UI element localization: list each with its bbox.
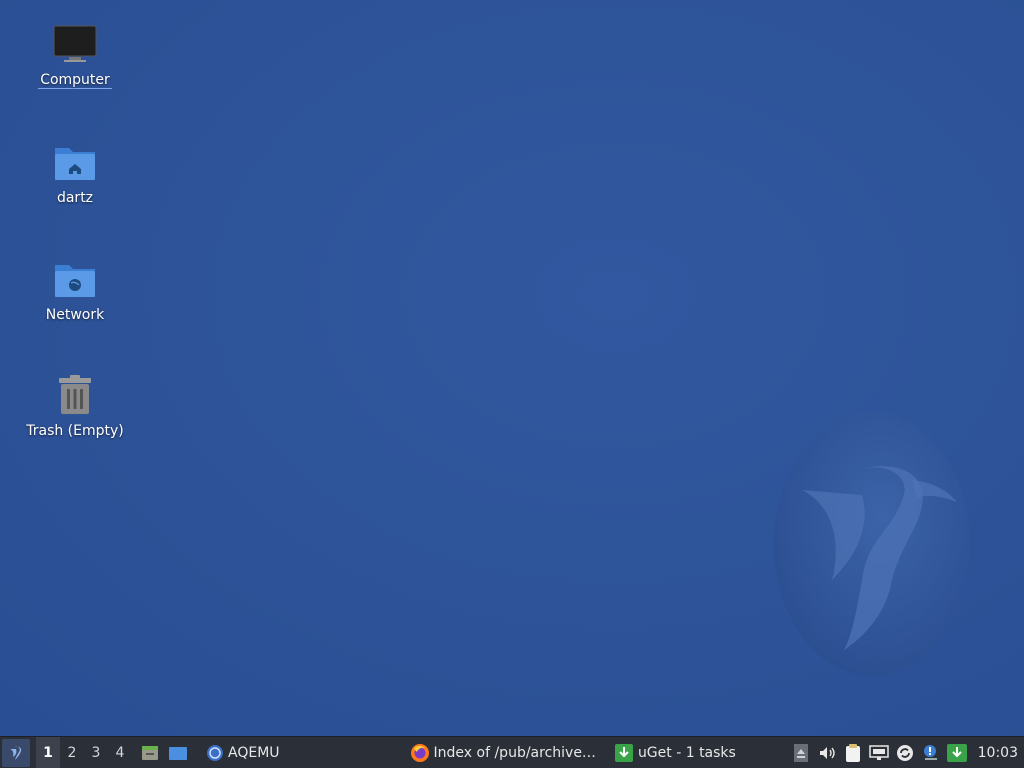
desktop-icon-computer[interactable]: Computer [20,20,130,89]
wallpaper-logo [774,412,970,676]
eject-icon[interactable] [788,737,814,768]
task-uget[interactable]: uGet - 1 tasks [608,737,742,768]
desktop-icon-label: Trash (Empty) [26,423,124,439]
desktop-icon-label: Network [45,307,105,323]
desktop[interactable]: Computer dartz Network Trash (Empty) [0,0,1024,736]
workspace-4[interactable]: 4 [108,737,132,768]
task-label: uGet - 1 tasks [637,744,736,761]
aqemu-icon [207,744,223,761]
desktop-icon-label: Computer [38,72,112,89]
desktop-icon-network[interactable]: Network [20,255,130,323]
file-manager-launcher[interactable] [136,737,164,768]
home-folder-icon [51,138,99,186]
update-icon[interactable] [892,737,918,768]
task-label: Index of /pub/archive… [433,744,596,761]
task-label: AQEMU [228,744,280,761]
network-folder-icon [51,255,99,303]
file-manager-icon [142,745,158,760]
uget-tray-icon[interactable] [944,737,970,768]
workspace-3[interactable]: 3 [84,737,108,768]
desktop-icon-label: dartz [56,190,94,206]
system-tray: 10:03 [788,737,1024,768]
workspace-1[interactable]: 1 [36,736,60,768]
show-desktop-button[interactable] [164,737,192,768]
desktop-icon-trash[interactable]: Trash (Empty) [20,371,130,439]
trash-icon [51,371,99,419]
network-wired-icon[interactable] [866,737,892,768]
taskbar: 1 2 3 4 AQEMU Index of /pub/archive… uGe… [0,736,1024,768]
task-firefox[interactable]: Index of /pub/archive… [404,737,602,768]
desktop-icon [169,746,187,760]
clipboard-icon[interactable] [840,737,866,768]
firefox-icon [410,743,429,762]
notification-icon[interactable] [918,737,944,768]
task-aqemu[interactable]: AQEMU [200,737,286,768]
desktop-icon-home[interactable]: dartz [20,138,130,206]
clock[interactable]: 10:03 [970,745,1024,761]
whisker-menu-button[interactable] [0,737,30,768]
computer-icon [51,20,99,68]
menu-bird-icon [10,746,22,760]
volume-icon[interactable] [814,737,840,768]
uget-icon [614,743,633,762]
workspace-2[interactable]: 2 [60,737,84,768]
